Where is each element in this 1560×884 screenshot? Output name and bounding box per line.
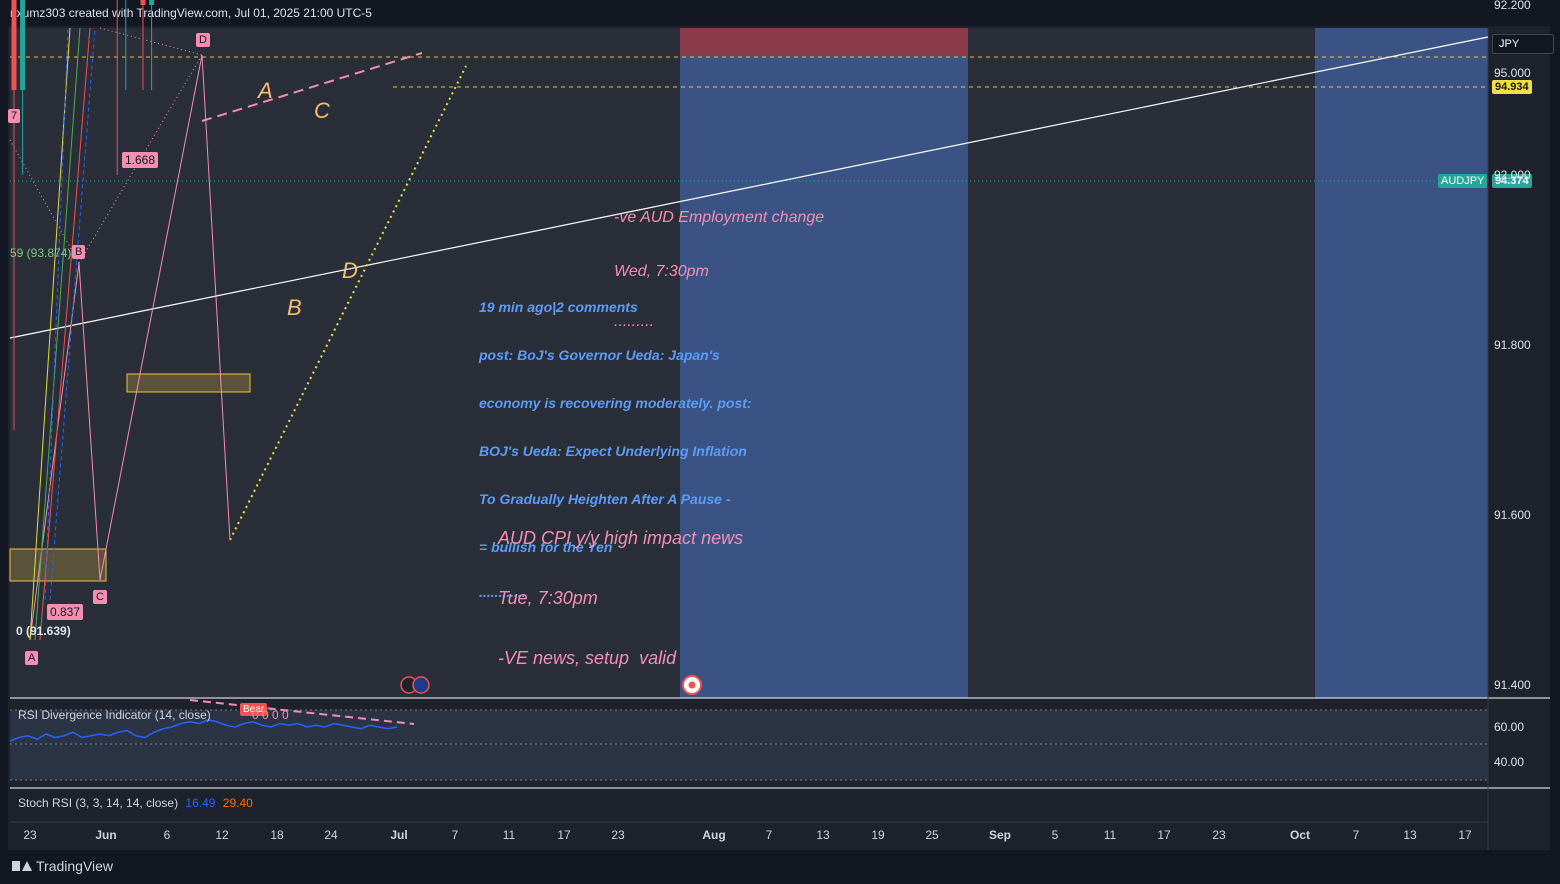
stoch-rsi-k: 16.49 (185, 796, 216, 810)
harmonic-label-a: A (25, 651, 39, 665)
fib-level-label: 59 (93.874) (10, 246, 72, 260)
time-tick: 17 (557, 828, 571, 842)
harmonic-ratio-1: 1.668 (122, 152, 159, 168)
stoch-rsi-name: Stoch RSI (3, 3, 14, 14, close) (18, 796, 179, 810)
demand-zone-lower (9, 548, 107, 582)
annotation-boj-line: post: BoJ's Governor Ueda: Japan's (479, 347, 720, 363)
annotation-boj-line: BOJ's Ueda: Expect Underlying Inflation (479, 443, 747, 459)
price-tick: 92.000 (1494, 168, 1531, 182)
time-tick: 17 (1157, 828, 1171, 842)
harmonic-label-c: C (93, 590, 107, 604)
time-tick: 18 (270, 828, 284, 842)
currency-badge[interactable]: JPY (1492, 34, 1554, 54)
time-tick: 7 (1352, 828, 1360, 842)
time-tick: 11 (502, 828, 516, 842)
rsi-tick-60: 60.00 (1494, 720, 1525, 734)
price-tick: 91.800 (1494, 338, 1531, 352)
time-tick: 13 (816, 828, 830, 842)
time-tick: 19 (871, 828, 885, 842)
candle-body (149, 0, 155, 5)
pattern-label-b: B (287, 295, 302, 320)
time-tick: 7 (451, 828, 459, 842)
stoch-rsi-title: Stoch RSI (3, 3, 14, 14, close) 16.49 29… (18, 796, 253, 810)
annotation-boj-line: 19 min ago|2 comments (479, 299, 638, 315)
candle-body (20, 0, 26, 90)
highlight-zone-oct (1315, 28, 1488, 698)
time-tick: Aug (702, 828, 726, 842)
time-tick: 23 (23, 828, 37, 842)
tradingview-logo-icon (12, 861, 32, 871)
time-tick: 7 (765, 828, 773, 842)
annotation-cpi-line: -VE news, setup valid (498, 648, 677, 668)
annotation-cpi: AUD CPI y/y high impact news Tue, 7:30pm… (498, 488, 743, 688)
price-tick-partial: 95.000 (1494, 66, 1531, 80)
candle-body (140, 0, 146, 5)
demand-zone-upper (126, 373, 251, 393)
time-tick: 23 (1212, 828, 1226, 842)
rsi-title: RSI Divergence Indicator (14, close) (18, 708, 211, 722)
tradingview-branding[interactable]: TradingView (12, 858, 113, 874)
harmonic-label-d: D (196, 33, 210, 47)
highlight-zone-aug-top (680, 28, 968, 56)
rsi-tick-40: 40.00 (1494, 755, 1525, 769)
candle-body (11, 0, 17, 90)
annotation-cpi-line: Tue, 7:30pm (498, 588, 598, 608)
harmonic-label-b: B (72, 245, 86, 259)
time-tick: 13 (1403, 828, 1417, 842)
time-tick: 25 (925, 828, 939, 842)
level-price-label: 94.934 (1492, 80, 1532, 94)
rsi-band (10, 710, 1488, 780)
ticker-label: AUDJPY (1438, 174, 1488, 188)
annotation-employment-line: -ve AUD Employment change (614, 209, 825, 226)
time-tick: 11 (1103, 828, 1117, 842)
time-tick: 5 (1051, 828, 1059, 842)
pattern-label-a: A (258, 78, 273, 103)
time-tick: 6 (163, 828, 171, 842)
annotation-boj-line: economy is recovering moderately. post: (479, 395, 752, 411)
time-tick: Oct (1289, 828, 1311, 842)
time-tick: 17 (1458, 828, 1472, 842)
price-tick: 91.400 (1494, 678, 1531, 692)
time-tick: 23 (611, 828, 625, 842)
fib-zero-label: 0 (91.639) (16, 624, 71, 638)
time-tick: Jul (390, 828, 408, 842)
time-tick: Sep (988, 828, 1012, 842)
annotation-cpi-line: AUD CPI y/y high impact news (498, 528, 744, 548)
price-tick: 92.200 (1494, 0, 1531, 13)
harmonic-edge-label: 7 (8, 109, 21, 123)
time-tick: 24 (324, 828, 338, 842)
pattern-label-c: C (314, 98, 330, 123)
event-marker-au-flag[interactable] (412, 676, 430, 694)
time-tick: 12 (215, 828, 229, 842)
pattern-label-d: D (342, 258, 358, 283)
stoch-rsi-d: 29.40 (222, 796, 253, 810)
time-tick: Jun (95, 828, 117, 842)
price-tick: 91.600 (1494, 508, 1531, 522)
chart-canvas[interactable] (0, 0, 1560, 884)
tradingview-brand-text: TradingView (36, 858, 114, 874)
rsi-divergence-marks: 0 0 0 0 (252, 708, 289, 722)
harmonic-ratio-2: 0.837 (47, 604, 84, 620)
